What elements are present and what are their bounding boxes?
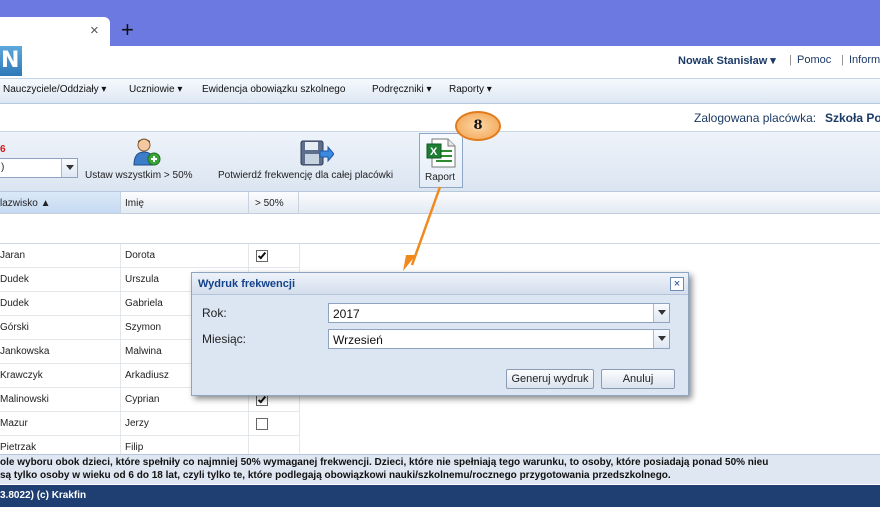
name-cell: Szymon (125, 322, 162, 333)
browser-tab[interactable]: × (0, 17, 110, 46)
name-cell: Arkadiusz (125, 370, 169, 381)
column-divider (248, 192, 249, 214)
menu-teachers[interactable]: Nauczyciele/Oddziały ▾ (3, 84, 106, 95)
month-select[interactable]: Wrzesień (328, 329, 670, 349)
column-surname[interactable]: lazwisko ▲ (0, 198, 50, 209)
report-button[interactable]: X Raport (419, 133, 463, 188)
name-cell: Cyprian (125, 394, 160, 405)
step-number-badge: 8 (455, 111, 501, 141)
new-tab-button[interactable]: + (121, 19, 134, 41)
logged-facility-name: Szkoła Po (825, 111, 880, 125)
surname-cell: Krawczyk (0, 370, 43, 381)
year-select[interactable]: 2017 (328, 303, 670, 323)
info-note: ole wyboru obok dzieci, które spełniły c… (0, 454, 880, 484)
confirm-attendance-button[interactable]: Potwierdź frekwencję dla całej placówki (218, 170, 393, 181)
logged-facility-label: Zalogowana placówka: (694, 111, 817, 125)
info-link[interactable]: Inform (849, 54, 880, 66)
app-logo: N (0, 46, 22, 76)
dialog-title: Wydruk frekwencji (198, 278, 295, 290)
period-select-value: ) (1, 162, 5, 173)
name-cell: Dorota (125, 250, 156, 261)
surname-cell: Malinowski (0, 394, 49, 405)
chevron-down-icon[interactable] (653, 330, 669, 348)
version-text: 3.8022) (c) Krakfin (0, 490, 87, 501)
excel-icon: X (426, 138, 456, 168)
name-cell: Malwina (125, 346, 162, 357)
surname-cell: Jaran (0, 250, 26, 261)
column-over-50[interactable]: > 50% (255, 198, 284, 209)
over-50-checkbox[interactable] (256, 418, 268, 430)
name-cell: Jerzy (125, 418, 149, 429)
svg-text:X: X (430, 146, 438, 158)
print-attendance-dialog: Wydruk frekwencji × Rok: 2017 Miesiąc: W… (191, 272, 689, 396)
year-select-value: 2017 (333, 307, 360, 321)
period-select[interactable]: ) (0, 158, 78, 178)
name-cell: Filip (125, 442, 144, 453)
table-row[interactable] (0, 412, 300, 436)
menu-school-obligation[interactable]: Ewidencja obowiązku szkolnego (202, 84, 345, 95)
add-user-icon[interactable] (133, 137, 161, 169)
save-icon[interactable] (300, 139, 335, 169)
menu-textbooks[interactable]: Podręczniki ▾ (372, 84, 432, 95)
chevron-down-icon[interactable] (61, 159, 77, 177)
surname-cell: Górski (0, 322, 29, 333)
name-cell: Gabriela (125, 298, 163, 309)
info-note-line: są tylko osoby w wieku od 6 do 18 lat, c… (0, 470, 671, 481)
info-note-line: ole wyboru obok dzieci, które spełniły c… (0, 457, 769, 468)
cancel-button[interactable]: Anuluj (601, 369, 675, 389)
surname-cell: Dudek (0, 274, 29, 285)
header-separator: | (789, 54, 792, 66)
status-bar (0, 485, 880, 507)
report-button-label: Raport (425, 172, 456, 183)
help-link[interactable]: Pomoc (797, 54, 831, 66)
surname-cell: Dudek (0, 298, 29, 309)
column-divider (298, 192, 299, 214)
header-separator: | (841, 54, 844, 66)
over-50-checkbox[interactable] (256, 250, 268, 262)
annotation-arrow (403, 186, 442, 271)
menu-students[interactable]: Uczniowie ▾ (129, 84, 182, 95)
name-cell: Urszula (125, 274, 159, 285)
user-menu[interactable]: Nowak Stanisław ▾ (678, 54, 776, 67)
menu-reports[interactable]: Raporty ▾ (449, 84, 492, 95)
chevron-down-icon[interactable] (653, 304, 669, 322)
surname-cell: Pietrzak (0, 442, 37, 453)
surname-cell: Mazur (0, 418, 28, 429)
month-label: Miesiąc: (202, 332, 247, 346)
surname-cell: Jankowska (0, 346, 50, 357)
generate-printout-button[interactable]: Generuj wydruk (506, 369, 594, 389)
year-label: Rok: (202, 306, 227, 320)
month-select-value: Wrzesień (333, 333, 383, 347)
column-name[interactable]: Imię (125, 198, 144, 209)
set-all-over-50-button[interactable]: Ustaw wszystkim > 50% (85, 170, 193, 181)
record-count: 6 (0, 144, 6, 155)
close-tab-icon[interactable]: × (90, 23, 99, 39)
column-divider (120, 192, 121, 214)
close-icon[interactable]: × (670, 277, 684, 291)
